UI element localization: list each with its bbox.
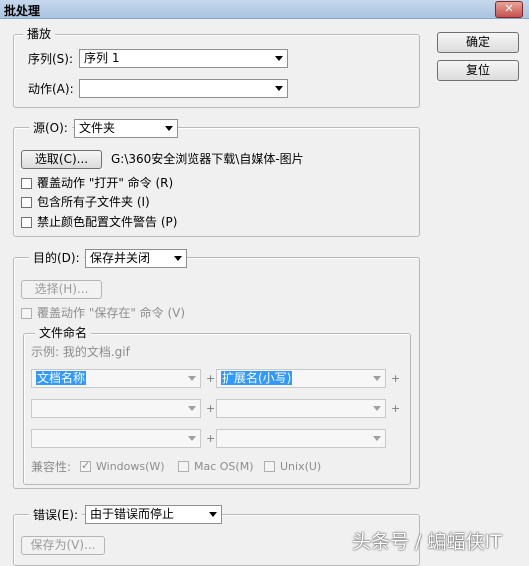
set-select-value: 序列 1 <box>84 51 120 65</box>
choose-source-button[interactable]: 选取(C)... <box>21 150 102 169</box>
chevron-down-icon <box>275 86 283 91</box>
compat-windows-label: Windows(W) <box>96 460 165 473</box>
compat-unix-checkbox[interactable] <box>264 461 275 472</box>
chevron-down-icon <box>373 376 381 381</box>
plus-icon: + <box>206 402 216 415</box>
compat-windows-checkbox[interactable]: ✓ <box>80 459 91 472</box>
window-title: 批处理 <box>4 4 41 18</box>
suppress-color-warning-label: 禁止颜色配置文件警告 (P) <box>37 215 178 229</box>
include-subfolders-label: 包含所有子文件夹 (I) <box>37 195 150 209</box>
action-select[interactable] <box>79 79 288 98</box>
destination-label: 目的(D): <box>29 251 84 265</box>
naming-example: 示例: 我的文档.gif <box>31 345 130 359</box>
play-legend: 播放 <box>23 27 56 41</box>
choose-source-label: 选取(C)... <box>34 152 89 166</box>
choose-destination-label: 选择(H)... <box>34 282 89 296</box>
choose-destination-button[interactable]: 选择(H)... <box>21 280 102 299</box>
title-bar: 批处理 ✕ <box>0 0 529 19</box>
naming-field-3[interactable] <box>31 399 201 418</box>
plus-icon: + <box>206 432 216 445</box>
chevron-down-icon <box>188 406 196 411</box>
naming-field-2-value: 扩展名(小写) <box>221 371 293 385</box>
source-label: 源(O): <box>29 121 72 135</box>
naming-field-1-value: 文档名称 <box>36 371 87 385</box>
set-label: 序列(S): <box>28 52 74 66</box>
destination-select-value: 保存并关闭 <box>90 251 151 265</box>
override-save-checkbox[interactable] <box>21 308 32 319</box>
chevron-down-icon <box>373 436 381 441</box>
action-label: 动作(A): <box>28 82 74 96</box>
naming-field-1[interactable]: 文档名称 <box>31 369 201 388</box>
plus-icon: + <box>391 372 401 385</box>
errors-select-value: 由于错误而停止 <box>90 507 175 521</box>
naming-field-5[interactable] <box>31 429 201 448</box>
errors-select[interactable]: 由于错误而停止 <box>85 505 222 524</box>
compat-macos-label: Mac OS(M) <box>194 460 254 473</box>
chevron-down-icon <box>275 56 283 61</box>
naming-field-2[interactable]: 扩展名(小写) <box>216 369 386 388</box>
destination-select[interactable]: 保存并关闭 <box>85 249 187 268</box>
watermark: 头条号 / 蝙蝠侠IT <box>352 531 502 553</box>
plus-icon: + <box>206 372 216 385</box>
close-button[interactable]: ✕ <box>495 1 523 18</box>
reset-button[interactable]: 复位 <box>437 60 519 81</box>
chevron-down-icon <box>188 436 196 441</box>
plus-icon: + <box>391 402 401 415</box>
compat-unix-label: Unix(U) <box>280 460 322 473</box>
source-select[interactable]: 文件夹 <box>74 119 178 138</box>
save-as-button[interactable]: 保存为(V)... <box>21 536 105 555</box>
chevron-down-icon <box>188 376 196 381</box>
source-path: G:\360安全浏览器下载\自媒体-图片 <box>111 152 304 166</box>
close-icon: ✕ <box>504 2 514 15</box>
override-open-checkbox[interactable] <box>21 178 32 189</box>
checkmark-icon: ✓ <box>81 459 91 472</box>
compat-label: 兼容性: <box>31 460 72 474</box>
chevron-down-icon <box>165 126 173 131</box>
errors-label: 错误(E): <box>29 508 82 522</box>
naming-field-6[interactable] <box>216 429 386 448</box>
override-save-label: 覆盖动作 "保存在" 命令 (V) <box>37 306 186 320</box>
source-select-value: 文件夹 <box>79 121 116 135</box>
compat-macos-checkbox[interactable] <box>178 461 189 472</box>
chevron-down-icon <box>174 256 182 261</box>
reset-button-label: 复位 <box>465 63 490 77</box>
chevron-down-icon <box>209 512 217 517</box>
override-open-label: 覆盖动作 "打开" 命令 (R) <box>37 176 174 190</box>
naming-field-4[interactable] <box>216 399 386 418</box>
ok-button[interactable]: 确定 <box>437 32 519 53</box>
chevron-down-icon <box>373 406 381 411</box>
save-as-label: 保存为(V)... <box>30 538 96 552</box>
suppress-color-warning-checkbox[interactable] <box>21 217 32 228</box>
file-naming-legend: 文件命名 <box>35 326 92 340</box>
set-select[interactable]: 序列 1 <box>79 49 288 68</box>
ok-button-label: 确定 <box>465 35 490 49</box>
include-subfolders-checkbox[interactable] <box>21 197 32 208</box>
